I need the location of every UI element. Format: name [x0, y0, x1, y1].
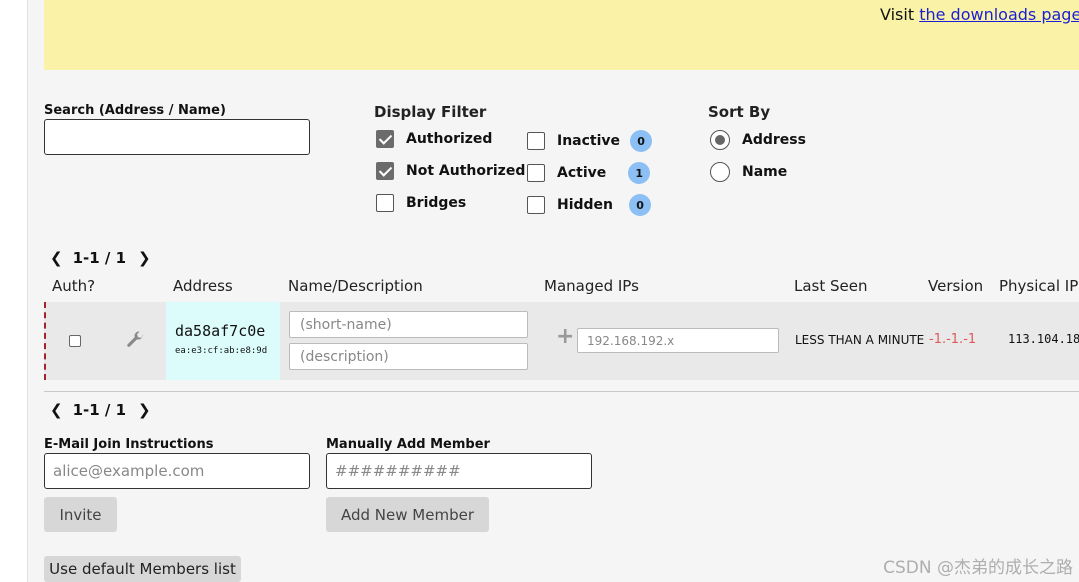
- table-divider: [44, 391, 1079, 392]
- filter-inactive[interactable]: Inactive 0: [527, 130, 653, 152]
- member-address: da58af7c0e: [175, 322, 266, 340]
- sort-address-radio[interactable]: [710, 130, 730, 150]
- inactive-checkbox[interactable]: [527, 132, 545, 150]
- pager-bottom: ❮ 1-1 / 1 ❯: [46, 401, 155, 419]
- active-count-badge: 1: [628, 162, 651, 184]
- pager-top: ❮ 1-1 / 1 ❯: [46, 249, 155, 267]
- physical-ip-value: 113.104.18: [1008, 332, 1079, 346]
- not-authorized-checkbox[interactable]: [376, 162, 394, 180]
- chevron-right-icon[interactable]: ❯: [134, 249, 155, 267]
- filter-hidden[interactable]: Hidden 0: [527, 194, 652, 216]
- header-version[interactable]: Version: [928, 277, 983, 295]
- header-last-seen[interactable]: Last Seen: [794, 277, 868, 295]
- member-id-input[interactable]: ##########: [326, 453, 592, 489]
- search-label: Search (Address / Name): [44, 103, 226, 118]
- description-input[interactable]: (description): [289, 343, 528, 370]
- table-row: da58af7c0e ea:e3:cf:ab:e8:9d (short-name…: [44, 302, 1079, 380]
- header-name-description[interactable]: Name/Description: [288, 277, 423, 295]
- sort-name-label: Name: [742, 164, 788, 180]
- display-filter-title: Display Filter: [374, 103, 487, 121]
- authorized-checkbox[interactable]: [376, 130, 394, 148]
- watermark: CSDN @杰弟的成长之路: [883, 558, 1073, 578]
- inactive-count-badge: 0: [630, 130, 653, 152]
- invite-button[interactable]: Invite: [44, 497, 117, 532]
- email-input[interactable]: alice@example.com: [44, 453, 310, 489]
- sort-address-option[interactable]: Address: [710, 130, 806, 150]
- header-auth[interactable]: Auth?: [52, 277, 95, 295]
- downloads-link[interactable]: the downloads page: [919, 5, 1079, 24]
- manual-add-label: Manually Add Member: [326, 437, 490, 452]
- header-physical-ip[interactable]: Physical IP: [999, 277, 1078, 295]
- active-checkbox[interactable]: [527, 164, 545, 182]
- last-seen-value: LESS THAN A MINUTE: [795, 333, 925, 347]
- address-cell: da58af7c0e ea:e3:cf:ab:e8:9d: [166, 302, 280, 380]
- short-name-input[interactable]: (short-name): [289, 311, 528, 338]
- sort-name-option[interactable]: Name: [710, 162, 787, 182]
- authorize-checkbox[interactable]: [69, 335, 81, 347]
- banner-text: Visit the downloads page to: [880, 5, 1079, 24]
- sort-by-title: Sort By: [708, 103, 771, 121]
- active-label: Active: [557, 165, 607, 181]
- managed-ip-input[interactable]: 192.168.192.x: [577, 328, 779, 353]
- members-panel: Visit the downloads page to Search (Addr…: [28, 0, 1079, 582]
- filter-not-authorized[interactable]: Not Authorized: [376, 162, 525, 180]
- sort-address-label: Address: [742, 132, 806, 148]
- add-ip-icon[interactable]: +: [556, 324, 574, 349]
- add-new-member-button[interactable]: Add New Member: [326, 497, 489, 532]
- member-mac: ea:e3:cf:ab:e8:9d: [175, 346, 268, 356]
- email-join-label: E-Mail Join Instructions: [44, 437, 214, 452]
- pager-label: 1-1 / 1: [72, 249, 127, 267]
- filter-active[interactable]: Active 1: [527, 162, 651, 184]
- pager-label: 1-1 / 1: [72, 401, 127, 419]
- filter-authorized[interactable]: Authorized: [376, 130, 492, 148]
- inactive-label: Inactive: [557, 133, 621, 149]
- bridges-checkbox[interactable]: [376, 194, 394, 212]
- left-sidebar-edge: [0, 0, 28, 582]
- authorized-label: Authorized: [406, 131, 493, 147]
- header-address[interactable]: Address: [173, 277, 233, 295]
- version-value: -1.-1.-1: [929, 332, 977, 347]
- info-banner: Visit the downloads page to: [44, 0, 1079, 70]
- hidden-checkbox[interactable]: [527, 196, 545, 214]
- chevron-right-icon[interactable]: ❯: [134, 401, 155, 419]
- wrench-icon[interactable]: [125, 330, 145, 350]
- not-authorized-label: Not Authorized: [406, 163, 526, 179]
- hidden-label: Hidden: [557, 197, 614, 213]
- chevron-left-icon[interactable]: ❮: [46, 249, 67, 267]
- hidden-count-badge: 0: [629, 194, 652, 216]
- bridges-label: Bridges: [406, 195, 467, 211]
- header-managed-ips[interactable]: Managed IPs: [544, 277, 639, 295]
- sort-name-radio[interactable]: [710, 162, 730, 182]
- chevron-left-icon[interactable]: ❮: [46, 401, 67, 419]
- banner-prefix: Visit: [880, 5, 920, 24]
- filter-bridges[interactable]: Bridges: [376, 194, 466, 212]
- use-default-members-button[interactable]: Use default Members list: [44, 556, 241, 582]
- search-input[interactable]: [44, 119, 310, 155]
